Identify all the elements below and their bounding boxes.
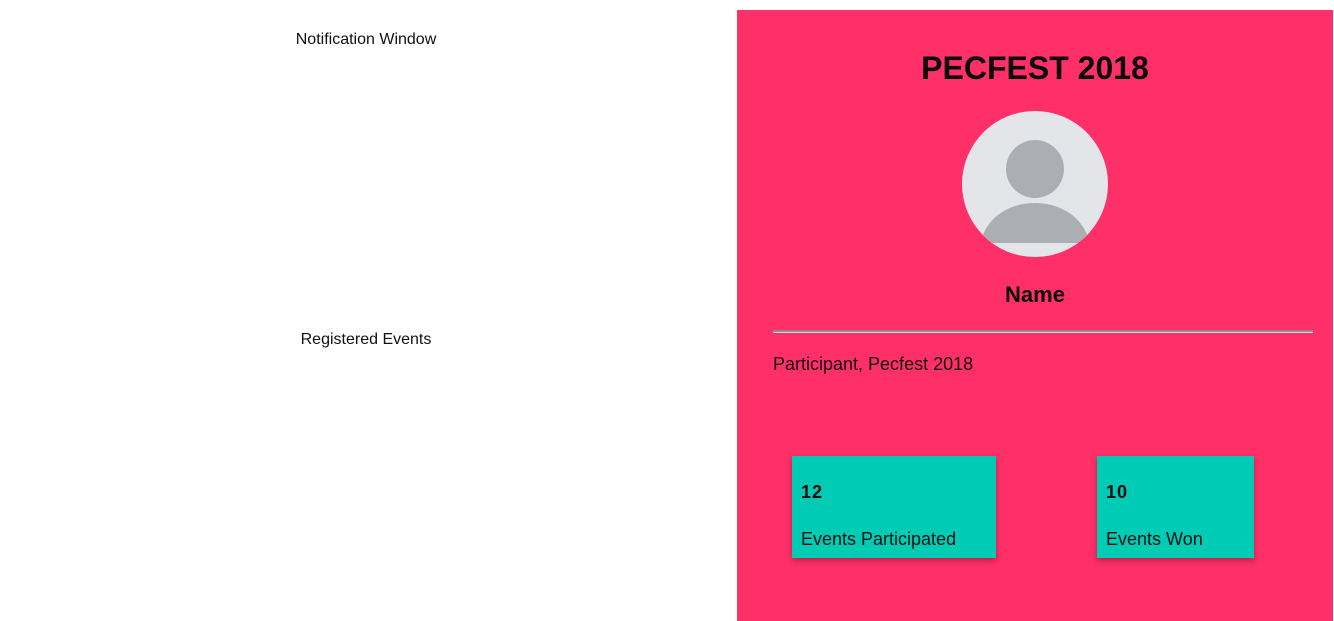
registered-events-title: Registered Events: [300, 331, 432, 348]
profile-card: PECFEST 2018 Name Participant, Pecfest 2…: [737, 10, 1333, 621]
profile-divider: [773, 330, 1313, 333]
events-participated-card: 12 Events Participated: [792, 456, 996, 558]
user-name: Name: [1005, 282, 1065, 307]
left-panel: Notification Window Registered Events: [0, 0, 732, 621]
events-participated-label: Events Participated: [801, 529, 957, 549]
dashboard-page: Notification Window Registered Events PE…: [0, 0, 1334, 621]
user-avatar-icon: [962, 111, 1108, 257]
events-won-card: 10 Events Won: [1097, 456, 1254, 558]
events-won-label: Events Won: [1106, 529, 1203, 549]
events-won-count: 10: [1106, 482, 1129, 502]
events-participated-count: 12: [801, 482, 824, 502]
notification-window-title: Notification Window: [295, 31, 437, 48]
brand-title: PECFEST 2018: [921, 50, 1149, 86]
participant-role: Participant, Pecfest 2018: [773, 354, 974, 374]
